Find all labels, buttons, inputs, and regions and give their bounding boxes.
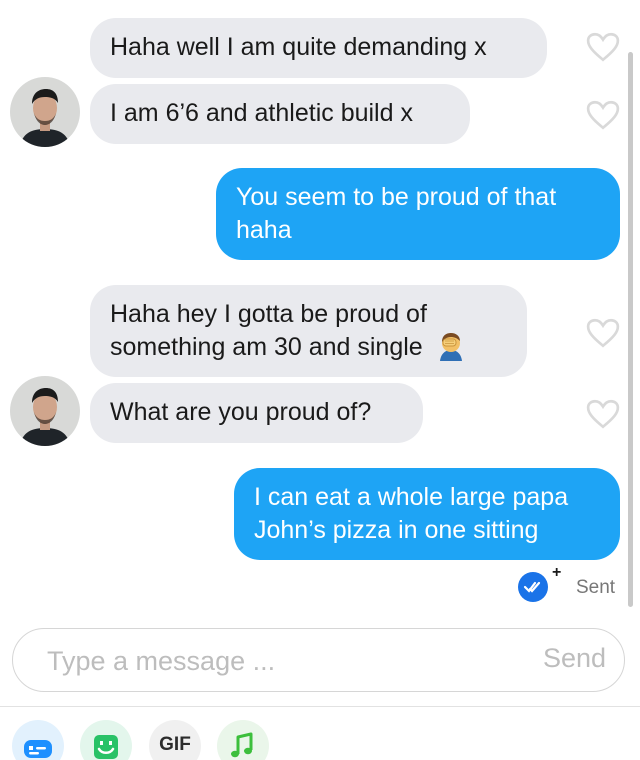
message-composer: Send bbox=[12, 628, 625, 692]
message-text-line: Haha hey I gotta be proud of bbox=[110, 300, 427, 328]
send-button[interactable]: Send bbox=[543, 643, 606, 674]
message-input[interactable] bbox=[47, 641, 487, 681]
plus-icon: + bbox=[552, 564, 562, 581]
bitmoji-icon bbox=[94, 735, 118, 759]
message-bubble-received[interactable]: I am 6’6 and athletic build x bbox=[90, 84, 470, 144]
message-bubble-received[interactable]: Haha well I am quite demanding x bbox=[90, 18, 547, 78]
sticker-button[interactable] bbox=[12, 720, 64, 760]
divider bbox=[0, 706, 640, 707]
heart-icon[interactable] bbox=[586, 32, 620, 62]
sent-status: + Sent bbox=[518, 564, 628, 604]
read-receipt-icon bbox=[518, 572, 548, 602]
message-text-line: I can eat a whole large papa bbox=[254, 483, 569, 511]
message-text: I am 6’6 and athletic build x bbox=[110, 99, 413, 127]
heart-icon[interactable] bbox=[586, 318, 620, 348]
message-text-line: John’s pizza in one sitting bbox=[254, 516, 539, 544]
message-text: Haha well I am quite demanding x bbox=[110, 33, 487, 61]
message-text: What are you proud of? bbox=[110, 398, 372, 426]
gif-icon: GIF bbox=[159, 734, 191, 755]
sticker-icon bbox=[24, 740, 52, 758]
scrollbar[interactable] bbox=[628, 52, 633, 607]
bitmoji-button[interactable] bbox=[80, 720, 132, 760]
music-icon bbox=[231, 732, 253, 758]
avatar[interactable] bbox=[10, 376, 80, 446]
message-text-line: something am 30 and single bbox=[110, 331, 507, 364]
heart-icon[interactable] bbox=[586, 100, 620, 130]
message-bubble-received[interactable]: Haha hey I gotta be proud of something a… bbox=[90, 285, 527, 377]
message-bubble-sent[interactable]: You seem to be proud of that haha bbox=[216, 168, 620, 260]
heart-icon[interactable] bbox=[586, 399, 620, 429]
message-bubble-sent[interactable]: I can eat a whole large papa John’s pizz… bbox=[234, 468, 620, 560]
gif-button[interactable]: GIF bbox=[149, 720, 201, 760]
message-bubble-received[interactable]: What are you proud of? bbox=[90, 383, 423, 443]
avatar[interactable] bbox=[10, 77, 80, 147]
message-text-line: You seem to be proud of that bbox=[236, 183, 557, 211]
music-button[interactable] bbox=[217, 720, 269, 760]
sent-label: Sent bbox=[576, 577, 616, 598]
facepalm-emoji bbox=[439, 333, 462, 361]
message-text-line: haha bbox=[236, 216, 292, 244]
